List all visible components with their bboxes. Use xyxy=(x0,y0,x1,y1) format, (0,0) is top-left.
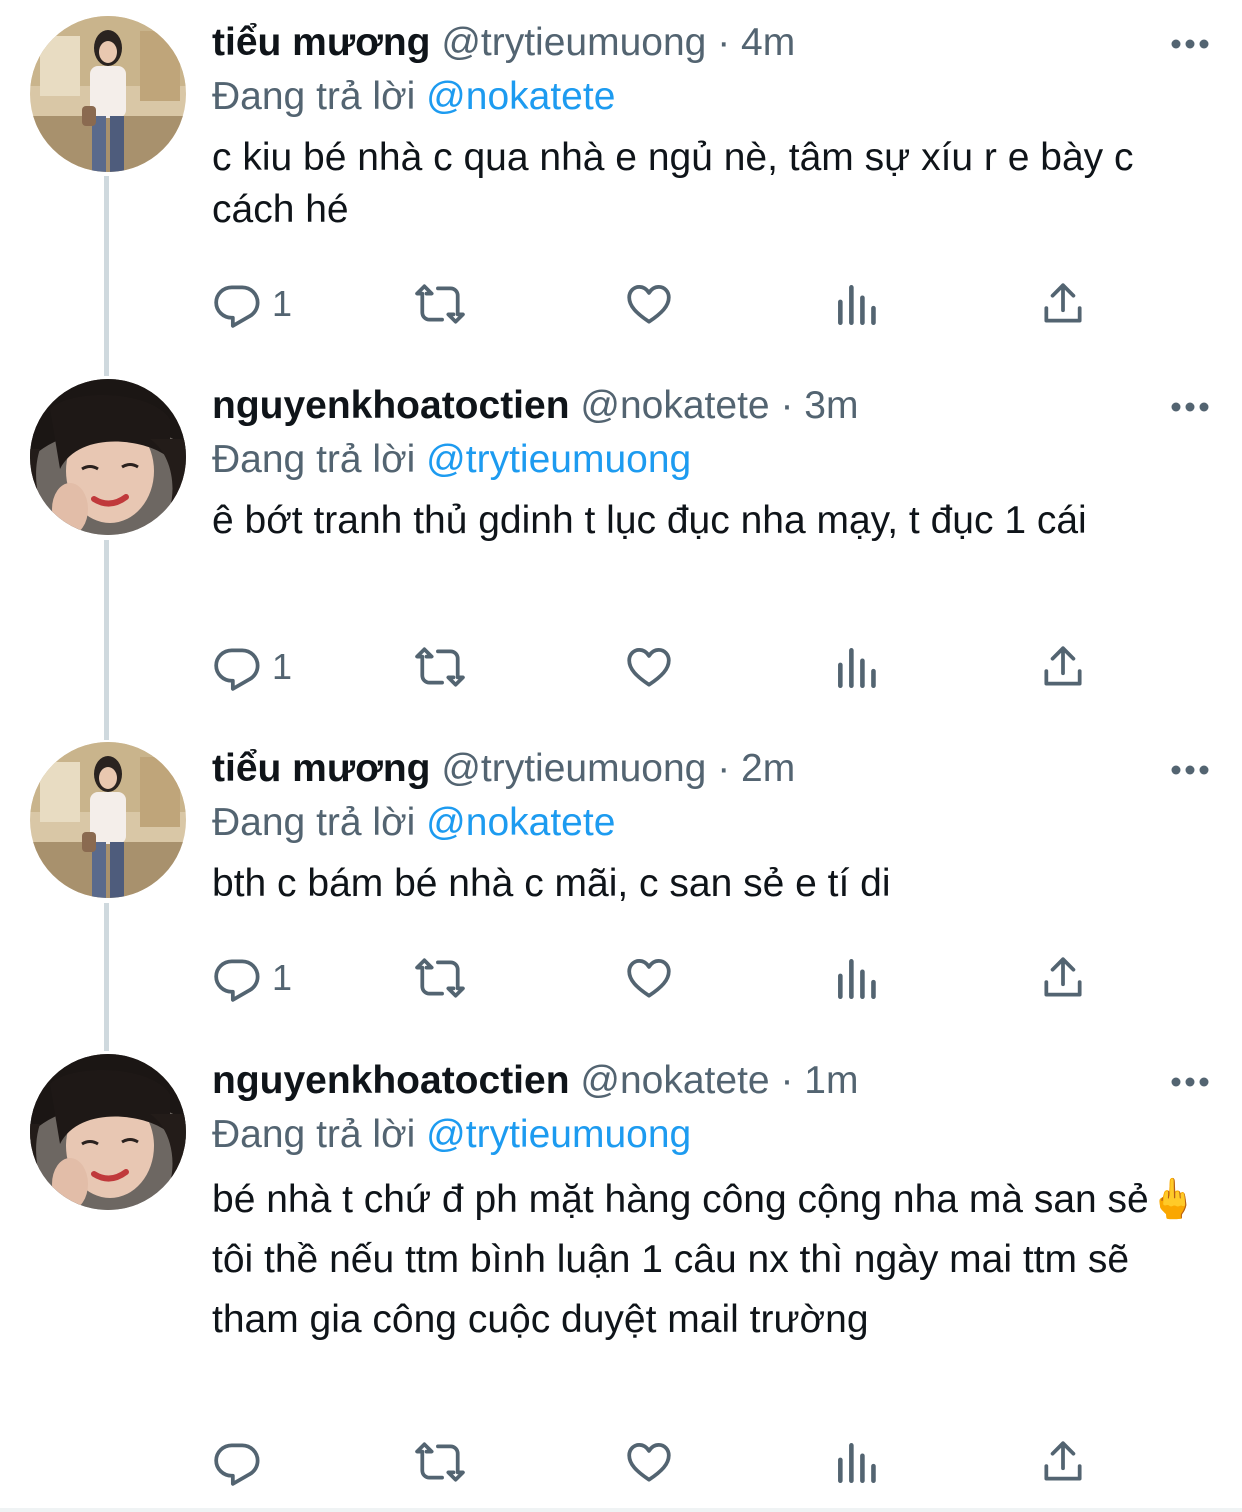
replying-to-mention[interactable]: @nokatete xyxy=(426,75,615,118)
replying-to-label: Đang trả lời xyxy=(212,75,416,118)
avatar-photo-girl-smiling xyxy=(30,1054,186,1210)
replying-to-label: Đang trả lời xyxy=(212,438,416,481)
like-button[interactable] xyxy=(624,276,674,332)
separator-dot: · xyxy=(780,384,794,427)
share-button[interactable] xyxy=(1038,1434,1088,1490)
reply-icon xyxy=(214,1443,260,1486)
handle[interactable]: @trytieumuong xyxy=(441,747,706,790)
more-icon[interactable] xyxy=(1168,1060,1212,1104)
bottom-divider xyxy=(0,1508,1242,1512)
thread-line xyxy=(104,540,109,740)
replying-to-label: Đang trả lời xyxy=(212,801,416,844)
timestamp[interactable]: 4m xyxy=(741,21,795,64)
heart-icon xyxy=(627,1443,671,1482)
retweet-icon xyxy=(415,1442,465,1482)
retweet-icon xyxy=(415,284,465,324)
share-icon xyxy=(1044,1441,1082,1481)
reply-button[interactable]: 1 xyxy=(212,276,292,332)
heart-icon xyxy=(627,648,671,687)
reply-icon xyxy=(214,959,260,1002)
retweet-icon xyxy=(415,647,465,687)
tweet-text: c kiu bé nhà c qua nhà e ngủ nè, tâm sự … xyxy=(212,136,1145,231)
views-button[interactable] xyxy=(832,276,882,332)
timestamp[interactable]: 3m xyxy=(804,384,858,427)
avatar[interactable] xyxy=(30,16,186,172)
separator-dot: · xyxy=(717,21,731,64)
display-name[interactable]: nguyenkhoatoctien xyxy=(212,1059,570,1102)
avatar[interactable] xyxy=(30,1054,186,1210)
separator-dot: · xyxy=(717,747,731,790)
reply-icon xyxy=(214,285,260,328)
retweet-button[interactable] xyxy=(415,639,465,695)
display-name[interactable]: nguyenkhoatoctien xyxy=(212,384,570,427)
handle[interactable]: @nokatete xyxy=(580,1059,769,1102)
reply-button[interactable] xyxy=(212,1434,272,1490)
replying-to-line: Đang trả lời @trytieumuong xyxy=(212,1108,1202,1162)
reply-button[interactable]: 1 xyxy=(212,950,292,1006)
tweet-actions: 1 xyxy=(212,276,1112,336)
share-button[interactable] xyxy=(1038,950,1088,1006)
tweet-text: ê bớt tranh thủ gdinh t lục đục nha mạy,… xyxy=(212,499,1087,542)
tweet-actions xyxy=(212,1434,1112,1494)
avatar[interactable] xyxy=(30,742,186,898)
more-icon[interactable] xyxy=(1168,22,1212,66)
like-button[interactable] xyxy=(624,950,674,1006)
reply-count: 1 xyxy=(272,283,293,324)
more-icon[interactable] xyxy=(1168,385,1212,429)
share-icon xyxy=(1044,646,1082,686)
tweet-header: tiểu mương @trytieumuong · 2m xyxy=(212,742,1202,796)
like-button[interactable] xyxy=(624,639,674,695)
more-icon[interactable] xyxy=(1168,748,1212,792)
avatar-photo-girl-standing xyxy=(30,16,186,172)
separator-dot: · xyxy=(780,1059,794,1102)
thread-line xyxy=(104,903,109,1051)
retweet-button[interactable] xyxy=(415,276,465,332)
replying-to-label: Đang trả lời xyxy=(212,1113,416,1156)
retweet-icon xyxy=(415,958,465,998)
tweet-header: nguyenkhoatoctien @nokatete · 3m xyxy=(212,379,1202,433)
avatar-photo-girl-smiling xyxy=(30,379,186,535)
replying-to-mention[interactable]: @trytieumuong xyxy=(426,438,691,481)
timestamp[interactable]: 1m xyxy=(804,1059,858,1102)
share-button[interactable] xyxy=(1038,276,1088,332)
analytics-icon xyxy=(838,648,876,689)
handle[interactable]: @nokatete xyxy=(580,384,769,427)
heart-icon xyxy=(627,285,671,324)
tweet-actions: 1 xyxy=(212,639,1112,699)
avatar-photo-girl-standing xyxy=(30,742,186,898)
replying-to-line: Đang trả lời @nokatete xyxy=(212,70,1202,124)
retweet-button[interactable] xyxy=(415,1434,465,1490)
thread-line xyxy=(104,176,109,376)
handle[interactable]: @trytieumuong xyxy=(441,21,706,64)
replying-to-mention[interactable]: @nokatete xyxy=(426,801,615,844)
views-button[interactable] xyxy=(832,639,882,695)
tweet-header: nguyenkhoatoctien @nokatete · 1m xyxy=(212,1054,1202,1108)
share-button[interactable] xyxy=(1038,639,1088,695)
tweet-header: tiểu mương @trytieumuong · 4m xyxy=(212,16,1202,70)
replying-to-line: Đang trả lời @nokatete xyxy=(212,796,1202,850)
reply-icon xyxy=(214,648,260,691)
retweet-button[interactable] xyxy=(415,950,465,1006)
timestamp[interactable]: 2m xyxy=(741,747,795,790)
reply-button[interactable]: 1 xyxy=(212,639,292,695)
display-name[interactable]: tiểu mương xyxy=(212,747,430,790)
reply-count: 1 xyxy=(272,646,293,687)
analytics-icon xyxy=(838,285,876,326)
analytics-icon xyxy=(838,1443,876,1484)
like-button[interactable] xyxy=(624,1434,674,1490)
reply-count: 1 xyxy=(272,957,293,998)
tweet-actions: 1 xyxy=(212,950,1112,1010)
heart-icon xyxy=(627,959,671,998)
tweet-text: bé nhà t chứ đ ph mặt hàng công cộng nha… xyxy=(212,1178,1198,1341)
share-icon xyxy=(1044,283,1082,323)
replying-to-mention[interactable]: @trytieumuong xyxy=(426,1113,691,1156)
views-button[interactable] xyxy=(832,1434,882,1490)
tweet-text: bth c bám bé nhà c mãi, c san sẻ e tí di xyxy=(212,862,891,905)
share-icon xyxy=(1044,957,1082,997)
views-button[interactable] xyxy=(832,950,882,1006)
avatar[interactable] xyxy=(30,379,186,535)
replying-to-line: Đang trả lời @trytieumuong xyxy=(212,433,1202,487)
analytics-icon xyxy=(838,959,876,1000)
display-name[interactable]: tiểu mương xyxy=(212,21,430,64)
